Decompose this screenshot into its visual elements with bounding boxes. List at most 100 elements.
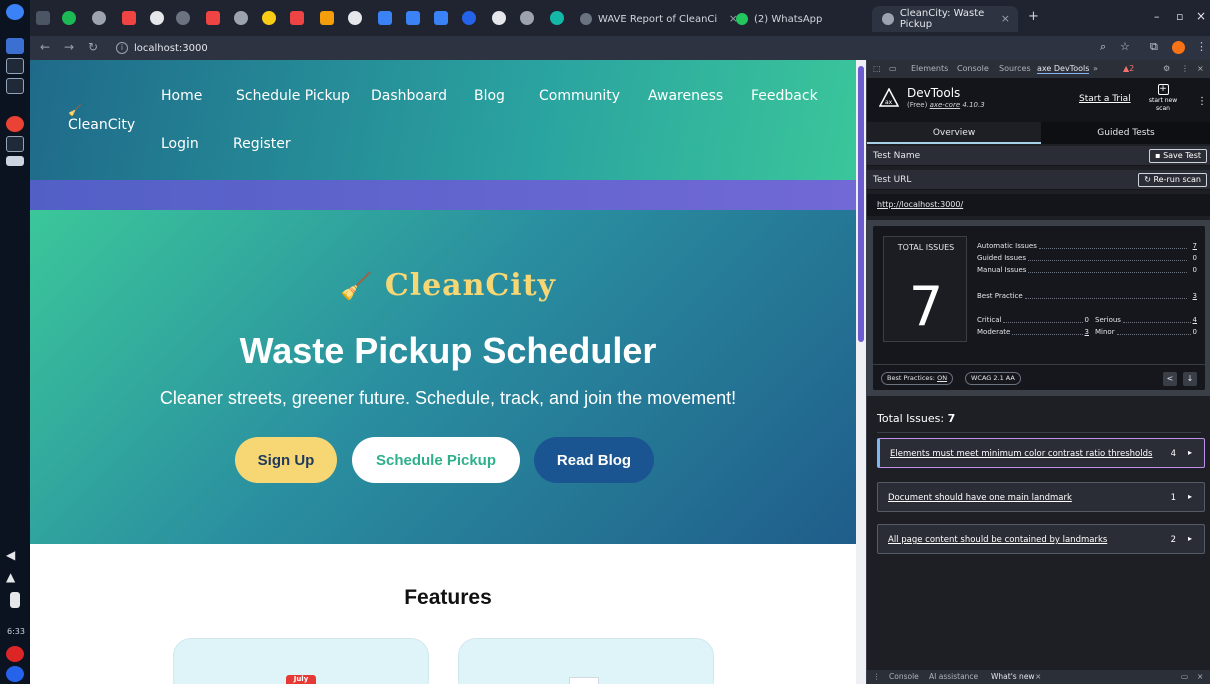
wcag-level-pill[interactable]: WCAG 2.1 AA bbox=[965, 372, 1021, 385]
files-icon[interactable] bbox=[6, 38, 24, 54]
settings-gear-icon[interactable]: ⚙ bbox=[1163, 64, 1170, 73]
drawer-tab-whats-new[interactable]: What's new bbox=[991, 672, 1035, 681]
site-info-icon[interactable]: i bbox=[116, 42, 128, 54]
lock-icon[interactable] bbox=[6, 646, 24, 662]
pinned-tab-icon[interactable] bbox=[92, 11, 106, 25]
page-scrollbar[interactable] bbox=[856, 60, 866, 684]
nav-dashboard[interactable]: Dashboard bbox=[371, 88, 447, 104]
drawer-tab-console[interactable]: Console bbox=[889, 672, 919, 681]
pinned-tab-icon[interactable] bbox=[462, 11, 476, 25]
reload-icon[interactable]: ↻ bbox=[88, 40, 98, 54]
volume-icon[interactable]: ◀ bbox=[6, 548, 24, 564]
docs-pinned-icon[interactable] bbox=[378, 11, 392, 25]
profile-avatar[interactable] bbox=[1172, 41, 1185, 54]
warning-icon[interactable]: ▲2 bbox=[1123, 64, 1134, 73]
youtube-pinned-icon[interactable] bbox=[122, 11, 136, 25]
devtools-menu-icon[interactable]: ⋮ bbox=[1181, 64, 1189, 73]
tab-search-icon[interactable] bbox=[36, 11, 50, 25]
pinned-tab-icon[interactable] bbox=[550, 11, 564, 25]
tab-whatsapp[interactable]: (2) WhatsApp bbox=[726, 6, 872, 32]
pinned-tab-icon[interactable] bbox=[320, 11, 334, 25]
window-icon[interactable] bbox=[6, 156, 24, 166]
github-pinned-icon[interactable] bbox=[348, 11, 362, 25]
close-icon[interactable]: × bbox=[1197, 64, 1204, 73]
issue-main-landmark[interactable]: Document should have one main landmark 1… bbox=[877, 482, 1205, 512]
nav-community[interactable]: Community bbox=[539, 88, 620, 104]
drawer-menu-icon[interactable]: ⋮ bbox=[873, 672, 881, 681]
github-pinned-icon[interactable] bbox=[492, 11, 506, 25]
pinned-tab-icon[interactable] bbox=[406, 11, 420, 25]
rerun-scan-button[interactable]: ↻ Re-run scan bbox=[1138, 173, 1207, 187]
minimize-icon[interactable]: – bbox=[1154, 10, 1160, 23]
power-icon[interactable] bbox=[6, 666, 24, 682]
download-icon[interactable]: ↓ bbox=[1183, 372, 1197, 386]
nav-blog[interactable]: Blog bbox=[474, 88, 505, 104]
chrome-icon[interactable] bbox=[6, 116, 24, 132]
youtube-pinned-icon[interactable] bbox=[290, 11, 304, 25]
maximize-icon[interactable]: ▫ bbox=[1176, 10, 1183, 23]
close-window-icon[interactable]: × bbox=[1196, 9, 1206, 23]
terminal-icon[interactable] bbox=[6, 78, 24, 94]
moderate-row[interactable]: Moderate 3 bbox=[977, 328, 1089, 338]
nav-feedback[interactable]: Feedback bbox=[751, 88, 818, 104]
zoom-icon[interactable]: ⌕ bbox=[1100, 40, 1106, 54]
nav-awareness[interactable]: Awareness bbox=[648, 88, 723, 104]
start-new-scan-button[interactable]: + start new scan bbox=[1143, 84, 1183, 113]
new-tab-button[interactable]: + bbox=[1028, 9, 1039, 24]
terminal-icon[interactable] bbox=[6, 58, 24, 74]
pinned-tab-icon[interactable] bbox=[150, 11, 164, 25]
tab-sources[interactable]: Sources bbox=[999, 64, 1031, 73]
tab-elements[interactable]: Elements bbox=[911, 64, 948, 73]
tab-guided-tests[interactable]: Guided Tests bbox=[1041, 122, 1210, 144]
site-logo[interactable]: 🧹 CleanCity bbox=[68, 104, 135, 133]
tab-wave-report[interactable]: WAVE Report of CleanCi × bbox=[570, 6, 746, 32]
close-icon[interactable]: × bbox=[1197, 672, 1203, 681]
axe-core-link[interactable]: axe-core bbox=[930, 101, 961, 109]
nav-home[interactable]: Home bbox=[161, 88, 202, 104]
device-toggle-icon[interactable]: ▭ bbox=[889, 64, 897, 73]
spotify-pinned-icon[interactable] bbox=[62, 11, 76, 25]
test-url-link[interactable]: http://localhost:3000/ bbox=[867, 194, 1210, 216]
pinned-tab-icon[interactable] bbox=[434, 11, 448, 25]
issue-landmark-region[interactable]: All page content should be contained by … bbox=[877, 524, 1205, 554]
pinned-tab-icon[interactable] bbox=[262, 11, 276, 25]
tab-cleancity[interactable]: CleanCity: Waste Pickup × bbox=[872, 6, 1018, 32]
youtube-pinned-icon[interactable] bbox=[206, 11, 220, 25]
bookmark-star-icon[interactable]: ☆ bbox=[1120, 40, 1130, 53]
nav-login[interactable]: Login bbox=[161, 136, 199, 152]
best-practices-toggle[interactable]: Best Practices: ON bbox=[881, 372, 954, 385]
share-icon[interactable]: < bbox=[1163, 372, 1177, 386]
extensions-icon[interactable]: ⧉ bbox=[1150, 40, 1158, 54]
forward-icon[interactable]: → bbox=[64, 40, 74, 54]
tab-axe-devtools[interactable]: axe DevTools bbox=[1037, 64, 1090, 74]
pinned-tab-icon[interactable] bbox=[520, 11, 534, 25]
dock-side-icon[interactable]: ▭ bbox=[1181, 672, 1188, 681]
nav-schedule-pickup[interactable]: Schedule Pickup bbox=[236, 88, 350, 104]
scrollbar-thumb[interactable] bbox=[858, 66, 864, 342]
read-blog-button[interactable]: Read Blog bbox=[534, 437, 654, 483]
pinned-tab-icon[interactable] bbox=[176, 11, 190, 25]
serious-row[interactable]: Serious 4 bbox=[1095, 316, 1197, 326]
start-trial-link[interactable]: Start a Trial bbox=[1079, 94, 1131, 104]
automatic-issues-row[interactable]: Automatic Issues 7 bbox=[977, 242, 1197, 252]
menu-kebab-icon[interactable]: ⋮ bbox=[1196, 40, 1207, 53]
tab-console[interactable]: Console bbox=[957, 64, 989, 73]
bell-icon[interactable]: ▲ bbox=[6, 570, 24, 586]
pinned-tab-icon[interactable] bbox=[234, 11, 248, 25]
tab-overview[interactable]: Overview bbox=[867, 122, 1041, 144]
axe-menu-icon[interactable]: ⋮ bbox=[1197, 96, 1207, 107]
close-icon[interactable]: × bbox=[1001, 12, 1010, 25]
nav-register[interactable]: Register bbox=[233, 136, 291, 152]
address-bar[interactable]: i localhost:3000 bbox=[110, 39, 890, 57]
launcher-icon[interactable] bbox=[6, 4, 24, 20]
best-practice-row[interactable]: Best Practice 3 bbox=[977, 292, 1197, 302]
close-icon[interactable]: × bbox=[1035, 672, 1041, 681]
terminal-icon[interactable] bbox=[6, 136, 24, 152]
more-tabs-button[interactable]: » bbox=[1093, 64, 1098, 73]
issue-color-contrast[interactable]: Elements must meet minimum color contras… bbox=[877, 438, 1205, 468]
back-icon[interactable]: ← bbox=[40, 40, 50, 54]
drawer-tab-ai-assistance[interactable]: AI assistance bbox=[929, 672, 978, 681]
sign-up-button[interactable]: Sign Up bbox=[235, 437, 337, 483]
schedule-pickup-button[interactable]: Schedule Pickup bbox=[352, 437, 520, 483]
inspect-icon[interactable]: ⬚ bbox=[873, 64, 881, 73]
